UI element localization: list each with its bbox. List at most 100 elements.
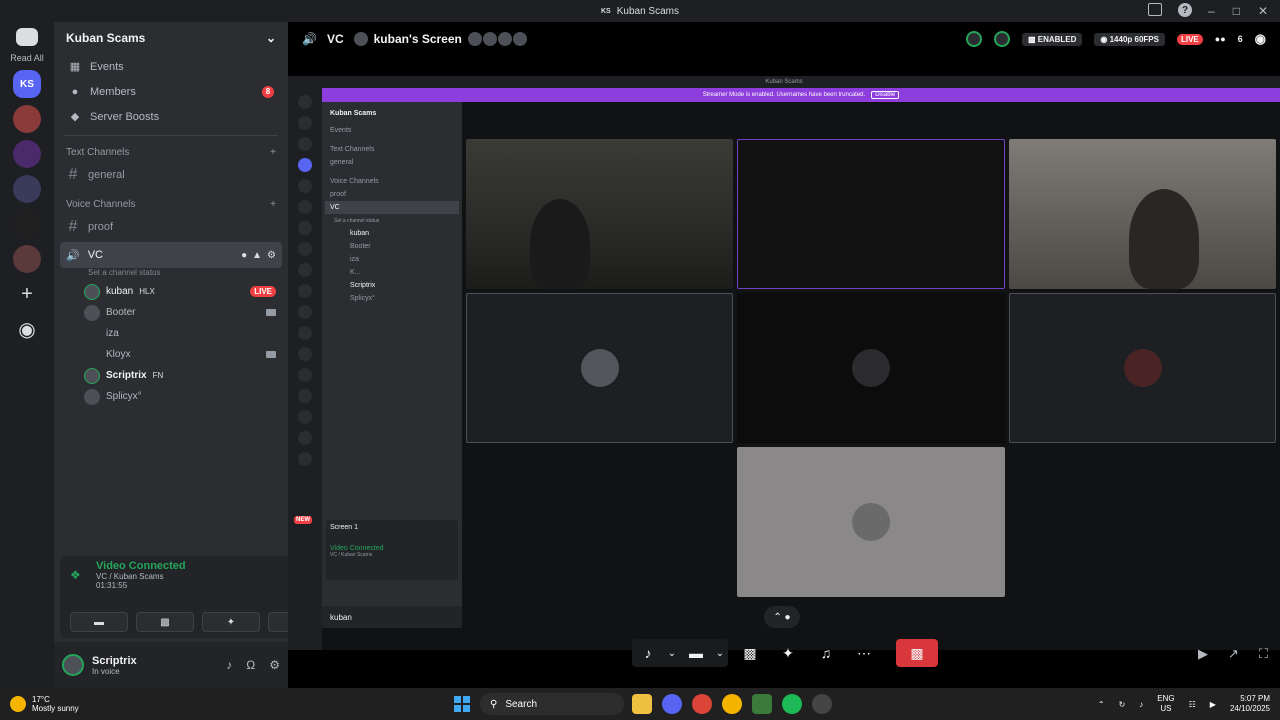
video-tile-screenshare[interactable] (737, 139, 1005, 289)
fullscreen-icon[interactable]: ⛶ (1259, 646, 1268, 662)
gear-icon[interactable]: ⚙ (267, 250, 276, 261)
minimize-icon[interactable]: – (1208, 4, 1215, 18)
weather-widget[interactable]: 17°C Mostly sunny (0, 695, 79, 713)
clock[interactable]: 5:07 PM 24/10/2025 (1230, 694, 1270, 714)
expand-participants-button[interactable]: ⌃ ● (764, 606, 800, 628)
speaker-icon[interactable]: ▶ (1210, 700, 1216, 709)
file-explorer-icon[interactable] (632, 694, 652, 714)
camera-off-icon[interactable]: ▬ (680, 639, 712, 667)
soundboard-icon[interactable]: ♫ (810, 639, 842, 667)
user-info[interactable]: Scriptrix In voice (92, 655, 137, 676)
nav-server-boosts[interactable]: ◆ Server Boosts (60, 104, 282, 129)
gear-icon[interactable]: ⚙ (269, 658, 280, 672)
sync-icon[interactable]: ↻ (1119, 700, 1126, 709)
help-icon[interactable]: ? (1178, 3, 1192, 17)
headphones-icon[interactable]: Ω (246, 658, 255, 672)
avatar[interactable] (62, 654, 84, 676)
close-icon[interactable]: ✕ (1258, 4, 1268, 18)
microphone-icon[interactable]: ♪ (1139, 700, 1143, 709)
voice-member[interactable]: Booter (84, 302, 276, 323)
user-panel: Scriptrix In voice ♪ Ω ⚙ (54, 642, 288, 688)
stream-video-connected: Video Connected (330, 545, 384, 552)
windows-start-icon[interactable] (454, 696, 470, 712)
screen-share-label[interactable]: kuban's Screen (353, 32, 527, 46)
stop-watching-button[interactable]: ▩ (896, 639, 938, 667)
camera-off-button[interactable]: ▬ (70, 612, 128, 632)
video-tile-avatar[interactable] (1009, 293, 1276, 443)
stream-quality-badge[interactable]: ◉ 1440p 60FPS (1094, 32, 1165, 46)
main-stage: 🔊 VC kuban's Screen ▩ ENABLED ◉ 1440p 60… (288, 22, 1280, 688)
maximize-icon[interactable]: □ (1233, 4, 1240, 18)
app-icon[interactable] (752, 694, 772, 714)
add-channel-icon[interactable]: + (270, 147, 276, 158)
add-channel-icon[interactable]: + (270, 199, 276, 210)
screen-share-icon[interactable]: ▩ (734, 639, 766, 667)
video-tile-camera[interactable] (1009, 139, 1276, 289)
discover-icon[interactable]: ◉ (13, 315, 41, 343)
window-title-text: Kuban Scams (616, 5, 679, 17)
microphone-icon[interactable]: ♪ (226, 658, 232, 672)
os-taskbar: 17°C Mostly sunny ⚲ Search ⌃ ↻ ♪ ENG US … (0, 688, 1280, 720)
stream-voice-channel: VC (325, 201, 459, 214)
chevron-down-icon[interactable]: ⌄ (712, 639, 728, 667)
popout-icon[interactable]: ↗ (1228, 646, 1239, 662)
category-text-channels[interactable]: Text Channels + (60, 142, 282, 162)
voice-member[interactable]: Scriptrix FN (84, 365, 276, 386)
spotify-icon[interactable] (782, 694, 802, 714)
voice-channel-vc[interactable]: 🔊 VC ● ▲ ⚙ (60, 242, 282, 268)
server-icon[interactable] (13, 105, 41, 133)
language-indicator[interactable]: ENG US (1157, 694, 1174, 714)
volume-icon[interactable]: ▶ (1198, 646, 1208, 662)
discord-icon[interactable] (662, 694, 682, 714)
avatar (1123, 349, 1162, 387)
video-tile-camera[interactable] (466, 139, 733, 289)
speaking-avatar (965, 31, 982, 47)
steam-icon[interactable] (812, 694, 832, 714)
server-icon[interactable] (13, 245, 41, 273)
more-icon[interactable]: ⋯ (848, 639, 880, 667)
nav-events[interactable]: ▦ Events (60, 54, 282, 79)
chat-icon[interactable]: ◉ (1255, 31, 1266, 47)
discord-home-icon[interactable] (16, 28, 38, 46)
channel-general[interactable]: # general (60, 162, 282, 188)
stage-right-controls: ▶ ↗ ⛶ (1198, 646, 1268, 662)
nav-members[interactable]: ● Members 8 (60, 79, 282, 104)
chevron-down-icon[interactable]: ⌄ (664, 639, 680, 667)
video-tile-avatar[interactable] (737, 447, 1005, 597)
channel-status-placeholder[interactable]: Set a channel status (88, 268, 288, 281)
start-tile (454, 696, 461, 703)
add-member-icon[interactable]: ▲ (252, 250, 262, 261)
chat-icon[interactable]: ● (241, 250, 247, 261)
member-tag: FN (152, 371, 164, 380)
screen-share-button[interactable]: ▩ (136, 612, 194, 632)
server-icon-active[interactable]: KS (13, 70, 41, 98)
category-voice-channels[interactable]: Voice Channels + (60, 194, 282, 214)
disable-button[interactable]: Disable (871, 91, 900, 99)
lang-bottom: US (1160, 704, 1172, 713)
chevron-up-icon[interactable]: ⌃ (1098, 700, 1105, 709)
stream-channel-general: general (330, 159, 354, 166)
channel-proof[interactable]: # proof (60, 214, 282, 240)
add-server-icon[interactable]: + (13, 280, 41, 308)
voice-member[interactable]: Splicyx° (84, 386, 276, 407)
voice-member[interactable]: kuban HLX LIVE (84, 281, 276, 302)
voice-member[interactable]: Kloyx (84, 344, 276, 365)
read-all-button[interactable]: Read All (10, 53, 44, 63)
voice-member[interactable]: iza (84, 323, 276, 344)
server-header[interactable]: Kuban Scams ⌄ (54, 22, 288, 54)
chrome-icon[interactable] (692, 694, 712, 714)
taskbar-search[interactable]: ⚲ Search (480, 693, 624, 715)
stream-video[interactable]: Kuban Scams Streamer Mode is enabled. Us… (288, 76, 1280, 650)
video-tile-avatar[interactable] (466, 293, 733, 443)
activities-icon[interactable]: ✦ (772, 639, 804, 667)
activities-button[interactable]: ✦ (202, 612, 260, 632)
video-tile-avatar[interactable] (737, 293, 1005, 443)
wifi-icon[interactable]: ☷ (1189, 700, 1196, 709)
server-icon[interactable] (13, 210, 41, 238)
server-icon[interactable] (13, 140, 41, 168)
server-icon[interactable] (13, 175, 41, 203)
avatar (84, 367, 100, 384)
microphone-icon[interactable]: ♪ (632, 639, 664, 667)
inbox-icon[interactable] (1148, 3, 1162, 16)
browser-icon[interactable] (722, 694, 742, 714)
